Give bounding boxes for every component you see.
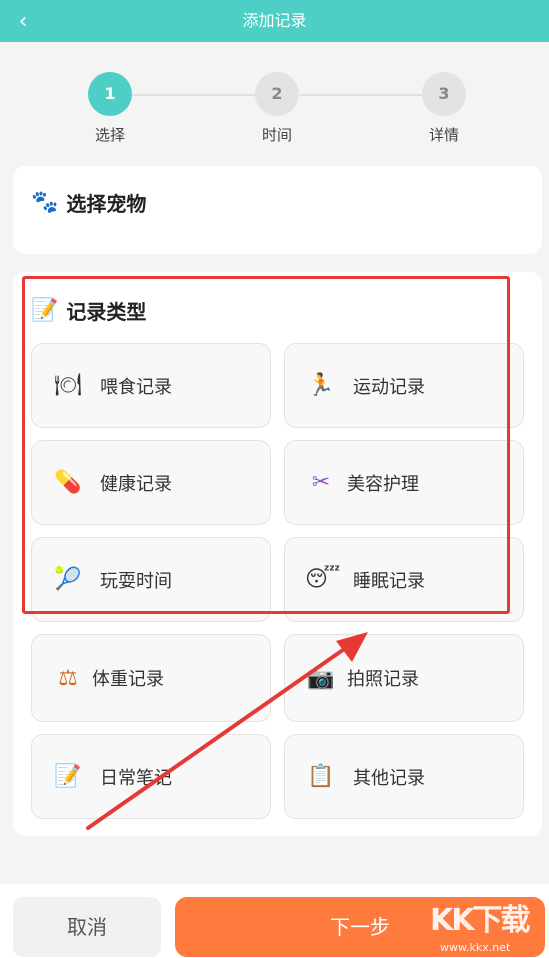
memo-icon: 📝: [31, 298, 59, 323]
bottom-action-bar: 取消 下一步: [0, 884, 549, 958]
type-label: 喂食记录: [100, 376, 172, 398]
pet-section-heading: 🐾 选择宠物: [31, 188, 146, 217]
step-indicator: 1 选择 2 时间 3 详情: [0, 70, 549, 150]
step-label: 详情: [428, 126, 459, 144]
camera-icon: 📷: [307, 665, 335, 691]
daily-notes-button[interactable]: 📝 日常笔记: [31, 734, 271, 819]
running-icon: 🏃: [307, 373, 335, 398]
pet-section-title: 选择宠物: [66, 192, 147, 216]
step-2: 2 时间: [237, 72, 317, 145]
exercise-record-button[interactable]: 🏃 运动记录: [284, 343, 524, 428]
clipboard-icon: 📋: [307, 764, 335, 789]
pet-select-card[interactable]: 🐾 选择宠物: [13, 166, 542, 254]
cancel-button[interactable]: 取消: [13, 897, 161, 957]
type-label: 运动记录: [353, 376, 425, 398]
feeding-record-button[interactable]: 🍽 喂食记录: [31, 343, 271, 428]
sleep-record-button[interactable]: 😴 睡眠记录: [284, 537, 524, 622]
scales-icon: ⚖: [58, 665, 78, 691]
type-label: 拍照记录: [347, 669, 419, 690]
scissors-icon: ✂: [311, 470, 331, 495]
step-label: 时间: [261, 126, 292, 144]
health-record-button[interactable]: 💊 健康记录: [31, 440, 271, 525]
record-type-card: 📝 记录类型 🍽 喂食记录 🏃 运动记录 💊 健康记录 ✂ 美容护理 🎾 玩耍时…: [13, 272, 542, 836]
photo-record-button[interactable]: 📷 拍照记录: [284, 634, 524, 722]
other-record-button[interactable]: 📋 其他记录: [284, 734, 524, 819]
record-section-title: 记录类型: [66, 300, 147, 324]
tennis-icon: 🎾: [54, 567, 82, 592]
type-label: 健康记录: [100, 473, 172, 495]
play-time-button[interactable]: 🎾 玩耍时间: [31, 537, 271, 622]
grooming-record-button[interactable]: ✂ 美容护理: [284, 440, 524, 525]
step-number: 1: [88, 72, 132, 116]
sleeping-face-icon: 😴: [305, 567, 341, 592]
weight-record-button[interactable]: ⚖ 体重记录: [31, 634, 271, 722]
type-label: 睡眠记录: [353, 570, 425, 592]
type-label: 美容护理: [347, 473, 419, 495]
type-label: 体重记录: [92, 669, 164, 690]
step-number: 2: [255, 72, 299, 116]
next-step-button[interactable]: 下一步: [175, 897, 545, 957]
step-1: 1 选择: [70, 72, 150, 145]
record-section-heading: 📝 记录类型: [31, 296, 146, 325]
paw-icon: 🐾: [31, 190, 59, 215]
type-label: 日常笔记: [100, 767, 172, 789]
type-label: 玩耍时间: [100, 570, 172, 592]
step-label: 选择: [94, 126, 125, 144]
type-label: 其他记录: [353, 767, 425, 789]
step-3: 3 详情: [404, 72, 484, 145]
memo-icon: 📝: [54, 764, 82, 789]
plate-cutlery-icon: 🍽: [54, 373, 82, 398]
page-title: 添加记录: [242, 11, 307, 30]
step-number: 3: [422, 72, 466, 116]
pill-icon: 💊: [54, 470, 82, 495]
app-header: ‹ 添加记录: [0, 0, 549, 42]
